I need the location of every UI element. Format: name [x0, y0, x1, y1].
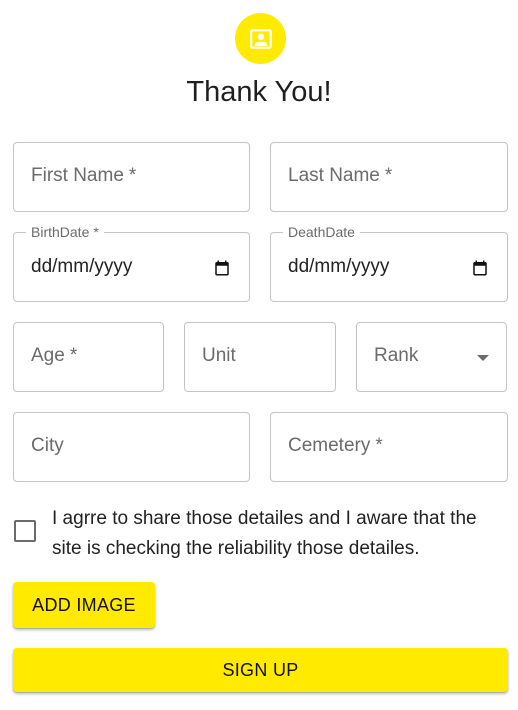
add-image-button[interactable]: ADD IMAGE — [13, 582, 155, 628]
first-name-placeholder: First Name * — [31, 165, 137, 186]
last-name-placeholder: Last Name * — [288, 165, 393, 186]
death-date-field[interactable]: DeathDate dd/mm/yyyy — [270, 223, 508, 302]
calendar-icon[interactable] — [471, 259, 489, 277]
page-title: Thank You! — [186, 76, 332, 108]
unit-field[interactable]: Unit — [184, 322, 336, 392]
agree-label: I agrre to share those detailes and I aw… — [52, 508, 477, 559]
age-placeholder: Age * — [31, 345, 78, 366]
birth-date-field[interactable]: BirthDate * dd/mm/yyyy — [13, 223, 250, 302]
death-date-label: DeathDate — [283, 223, 360, 241]
rank-placeholder: Rank — [374, 345, 419, 366]
first-name-field[interactable]: First Name * — [13, 142, 250, 212]
city-placeholder: City — [31, 435, 64, 456]
last-name-field[interactable]: Last Name * — [270, 142, 508, 212]
calendar-icon[interactable] — [213, 259, 231, 277]
cemetery-placeholder: Cemetery * — [288, 435, 383, 456]
agree-checkbox[interactable] — [14, 520, 36, 542]
unit-placeholder: Unit — [202, 345, 236, 366]
age-field[interactable]: Age * — [13, 322, 164, 392]
contact-card-icon — [249, 28, 272, 49]
dropdown-arrow-icon — [477, 355, 489, 361]
birth-date-value: dd/mm/yyyy — [31, 256, 133, 277]
city-field[interactable]: City — [13, 412, 250, 482]
avatar — [235, 13, 286, 64]
rank-select[interactable]: Rank — [356, 322, 507, 392]
death-date-value: dd/mm/yyyy — [288, 256, 390, 277]
birth-date-label: BirthDate * — [26, 223, 104, 241]
sign-up-button[interactable]: SIGN UP — [13, 648, 508, 692]
cemetery-field[interactable]: Cemetery * — [270, 412, 508, 482]
